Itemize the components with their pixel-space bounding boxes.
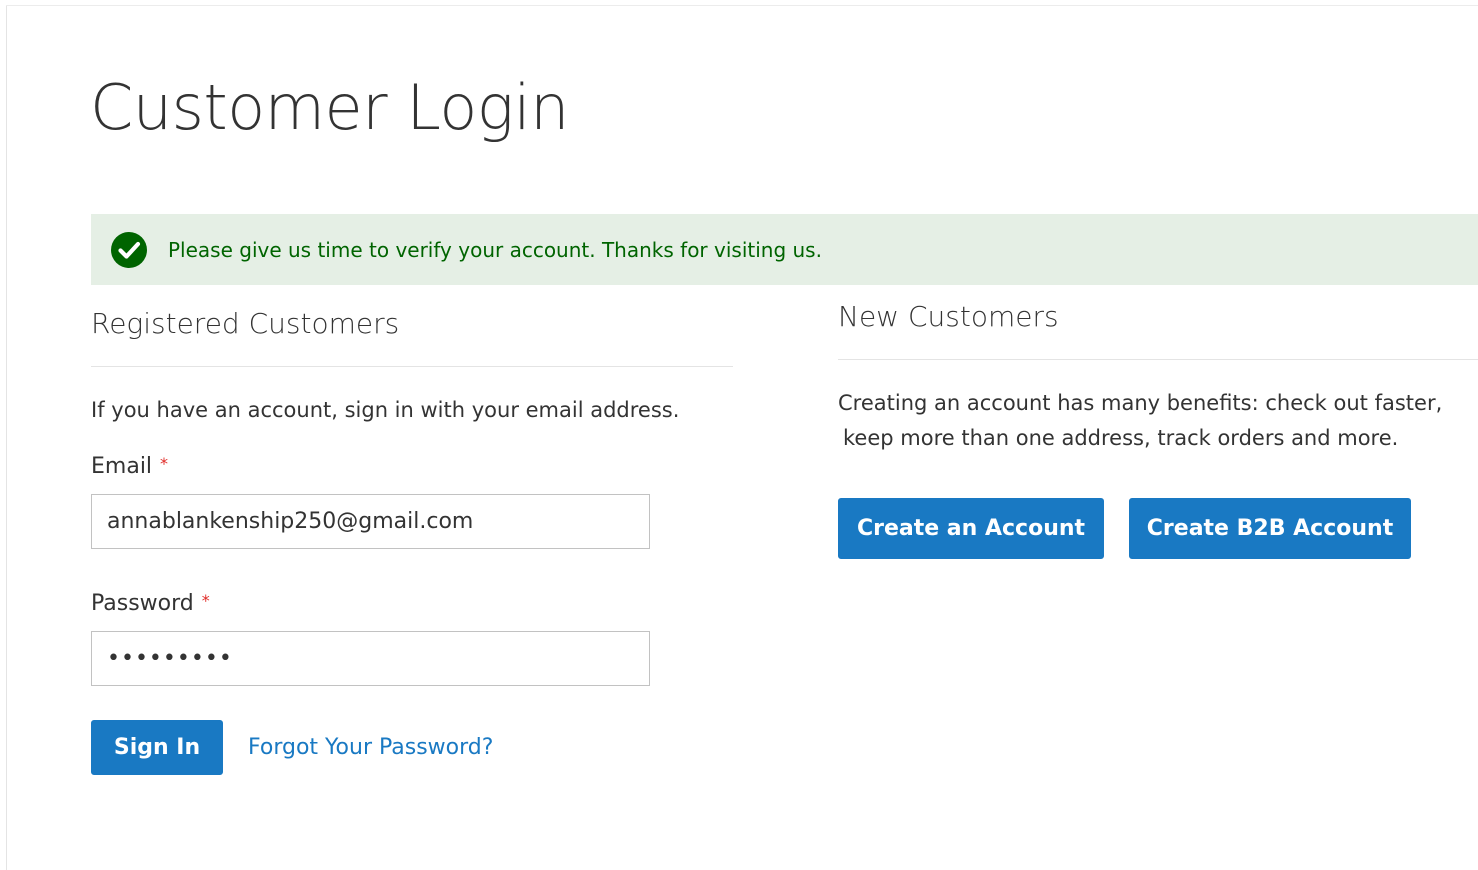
email-input[interactable] (91, 494, 650, 549)
registered-customers-title: Registered Customers (91, 307, 400, 340)
new-customers-title: New Customers (838, 300, 1059, 333)
email-required-mark: * (160, 454, 169, 473)
sign-in-button[interactable]: Sign In (91, 720, 223, 775)
registered-customers-intro: If you have an account, sign in with you… (91, 398, 680, 422)
new-customers-divider (838, 359, 1478, 360)
password-input[interactable] (91, 631, 650, 686)
create-account-button[interactable]: Create an Account (838, 498, 1104, 559)
new-customers-intro-line1: Creating an account has many benefits: c… (838, 391, 1443, 415)
success-message-text: Please give us time to verify your accou… (168, 237, 822, 262)
customer-login-page: Customer Login Please give us time to ve… (0, 0, 1478, 870)
forgot-password-link[interactable]: Forgot Your Password? (248, 734, 493, 762)
page-title: Customer Login (90, 71, 569, 144)
password-label: Password * (91, 587, 210, 618)
registered-customers-divider (91, 366, 733, 367)
password-required-mark: * (201, 591, 210, 610)
create-b2b-account-button[interactable]: Create B2B Account (1129, 498, 1411, 559)
frame-left-border (6, 6, 7, 870)
frame-top-border (6, 5, 1478, 6)
password-label-text: Password (91, 591, 194, 616)
new-customers-intro-line2: keep more than one address, track orders… (843, 426, 1399, 450)
email-label-text: Email (91, 454, 153, 479)
success-message: Please give us time to verify your accou… (91, 214, 1478, 285)
email-label: Email * (91, 450, 168, 481)
check-circle-icon (111, 231, 147, 268)
